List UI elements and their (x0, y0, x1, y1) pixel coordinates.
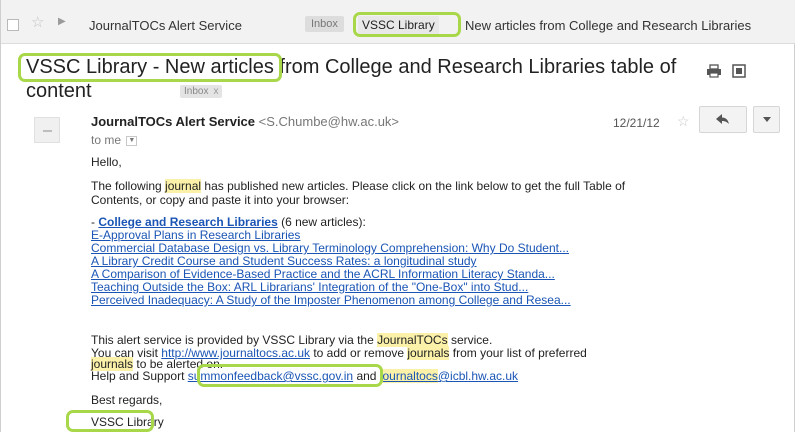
message-date: 12/21/12 (613, 116, 660, 130)
visit-text-b: to add or remove (310, 346, 408, 360)
dropdown-caret-icon[interactable]: ▼ (126, 135, 138, 146)
article-list: E-Approval Plans in Research Libraries C… (91, 229, 571, 307)
journal-count: (6 new articles): (277, 215, 366, 229)
intro-line1: The following journal has published new … (91, 179, 626, 193)
message-subject-line2: content (26, 80, 92, 102)
star-icon[interactable]: ☆ (31, 15, 44, 30)
support-text-b: and (353, 369, 380, 383)
avatar-icon (34, 117, 60, 143)
subject-highlighted-part: VSSC Library - New articles (26, 56, 274, 78)
reply-button[interactable] (699, 106, 747, 133)
folder-label-chip[interactable]: VSSC Library (358, 16, 439, 34)
reply-icon (716, 114, 729, 124)
subject-inbox-chip-label: Inbox (184, 86, 209, 97)
recipient-text: to me (91, 133, 122, 147)
inbox-label-chip[interactable]: Inbox (305, 16, 344, 32)
journaltocs-email-domain: @icbl.hw.ac.uk (437, 369, 519, 383)
email-window: ☆ ▶ JournalTOCs Alert Service Inbox VSSC… (0, 0, 795, 432)
print-icon[interactable] (706, 64, 722, 83)
new-window-icon[interactable] (732, 64, 746, 83)
signature: VSSC Library (91, 415, 164, 429)
subject-rest: from College and Research Libraries tabl… (273, 56, 677, 78)
recipient-line: to me ▼ (91, 133, 138, 147)
thread-subject-snippet: New articles from College and Research L… (465, 18, 752, 33)
intro-text-a: The following (91, 179, 166, 193)
support-text-a: Help and Support (91, 369, 188, 383)
subject-inbox-chip[interactable]: Inbox x (180, 85, 223, 98)
remove-label-icon[interactable]: x (213, 86, 218, 97)
message-star-icon[interactable]: ☆ (677, 113, 690, 130)
more-button[interactable] (753, 106, 780, 133)
service-text-a: This alert service is provided by VSSC L… (91, 333, 378, 347)
article-link-6[interactable]: Perceived Inadequacy: A Study of the Imp… (91, 294, 571, 307)
greeting: Hello, (91, 155, 122, 169)
journaltocs-email-link[interactable]: journaltocs@icbl.hw.ac.uk (379, 369, 519, 383)
visit-journals-highlight: journals (407, 346, 450, 360)
importance-icon[interactable]: ▶ (58, 17, 66, 27)
intro-journal-highlight: journal (165, 179, 202, 193)
sender-line: JournalTOCs Alert Service <S.Chumbe@hw.a… (91, 114, 399, 129)
closing-line: Best regards, (91, 393, 163, 407)
intro-text-b: has published new articles. Please click… (201, 179, 626, 193)
service-brand-highlight: JournalTOCs (377, 333, 448, 347)
thread-sender: JournalTOCs Alert Service (89, 18, 242, 33)
journal-link[interactable]: College and Research Libraries (98, 215, 277, 229)
sender-email: <S.Chumbe@hw.ac.uk> (258, 114, 400, 129)
more-icon (762, 117, 771, 122)
select-checkbox[interactable] (7, 19, 19, 31)
journaltocs-email-highlight: journaltocs (379, 369, 438, 383)
visit-text-c: from your list of preferred (449, 346, 587, 360)
support-line: Help and Support summonfeedback@vssc.gov… (91, 369, 519, 383)
sender-name: JournalTOCs Alert Service (91, 114, 256, 129)
intro-line2: Contents, or copy and paste it into your… (91, 193, 350, 207)
message-subject: VSSC Library - New articles from College… (26, 56, 676, 79)
summon-feedback-email-link[interactable]: summonfeedback@vssc.gov.in (188, 369, 353, 383)
service-text-b: service. (447, 333, 493, 347)
thread-list-row[interactable]: ☆ ▶ JournalTOCs Alert Service Inbox VSSC… (1, 0, 795, 44)
